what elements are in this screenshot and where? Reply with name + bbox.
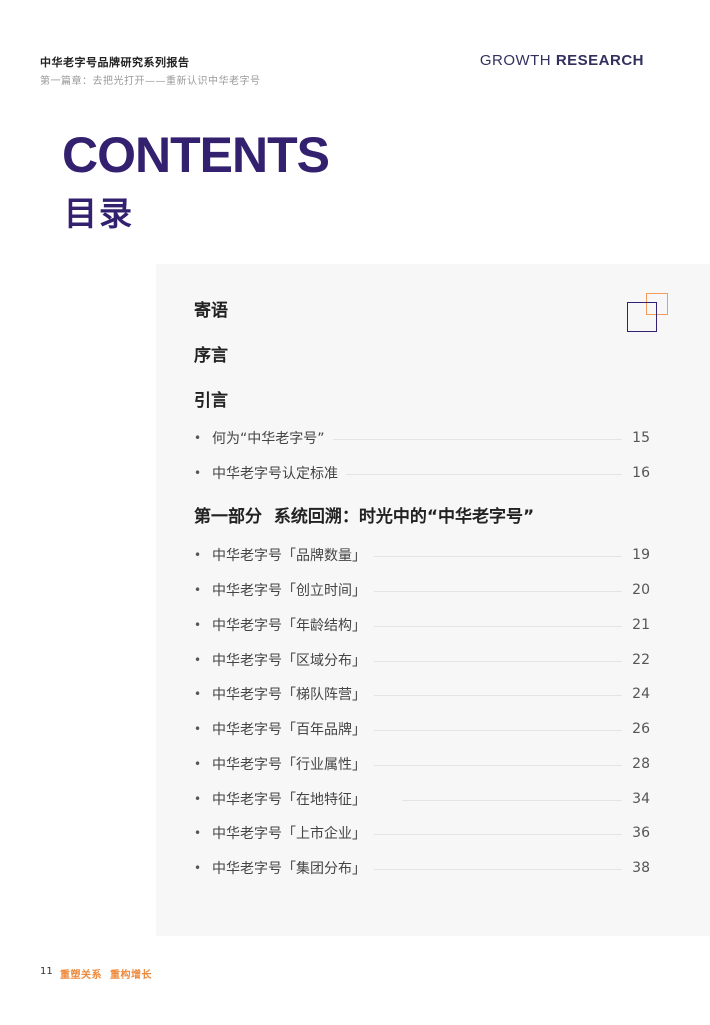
toc-item-label: 中华老字号「创立时间」	[212, 583, 366, 599]
toc-item-label: 中华老字号「百年品牌」	[212, 722, 366, 738]
toc-item-page: 24	[632, 686, 650, 702]
toc-item-label: 何为“中华老字号”	[212, 431, 325, 447]
toc-item-page: 34	[632, 791, 650, 807]
toc-item-page: 16	[632, 465, 650, 481]
toc-heading-preface-note[interactable]: 寄语	[194, 303, 228, 320]
leader-line	[374, 764, 622, 766]
bullet-icon: •	[194, 431, 202, 445]
toc-heading-introduction[interactable]: 引言	[194, 393, 228, 410]
toc-item-label: 中华老字号「区域分布」	[212, 653, 366, 669]
leader-line	[374, 590, 622, 592]
toc-item[interactable]: • 中华老字号「品牌数量」 19	[194, 546, 650, 564]
toc-item-page: 28	[632, 756, 650, 772]
toc-item[interactable]: • 中华老字号「年龄结构」 21	[194, 616, 650, 634]
toc-item[interactable]: • 中华老字号「在地特征」 34	[194, 790, 650, 808]
leader-line	[402, 799, 622, 801]
bullet-icon: •	[194, 792, 202, 806]
bullet-icon: •	[194, 583, 202, 597]
contents-title: CONTENTS	[62, 127, 330, 183]
decor-square-purple-icon	[627, 302, 657, 332]
footer-page-number: 11	[40, 966, 53, 977]
toc-item-page: 26	[632, 721, 650, 737]
brand-logo: GROWTH RESEARCH	[480, 52, 644, 69]
toc-item[interactable]: • 中华老字号「梯队阵营」 24	[194, 685, 650, 703]
bullet-icon: •	[194, 653, 202, 667]
toc-item-page: 19	[632, 547, 650, 563]
brand-logo-part2: RESEARCH	[555, 52, 644, 69]
toc-heading-foreword[interactable]: 序言	[194, 348, 228, 365]
toc-item-label: 中华老字号「梯队阵营」	[212, 687, 366, 703]
toc-item-label: 中华老字号「集团分布」	[212, 861, 366, 877]
toc-item[interactable]: • 何为“中华老字号” 15	[194, 429, 650, 447]
toc-item-label: 中华老字号认定标准	[212, 466, 338, 482]
bullet-icon: •	[194, 687, 202, 701]
toc-heading-part1[interactable]: 第一部分 系统回溯：时光中的“中华老字号”	[194, 509, 534, 526]
leader-line	[374, 729, 622, 731]
toc-item[interactable]: • 中华老字号「创立时间」 20	[194, 581, 650, 599]
toc-item-label: 中华老字号「品牌数量」	[212, 548, 366, 564]
report-title: 中华老字号品牌研究系列报告	[40, 56, 190, 69]
toc-item-label: 中华老字号「行业属性」	[212, 757, 366, 773]
bullet-icon: •	[194, 618, 202, 632]
bullet-icon: •	[194, 548, 202, 562]
leader-line	[374, 833, 622, 835]
toc-item[interactable]: • 中华老字号「百年品牌」 26	[194, 720, 650, 738]
brand-logo-part1: GROWTH	[479, 52, 556, 69]
toc-item-label: 中华老字号「年龄结构」	[212, 618, 366, 634]
leader-line	[374, 660, 622, 662]
bullet-icon: •	[194, 826, 202, 840]
leader-line	[332, 438, 622, 440]
bullet-icon: •	[194, 757, 202, 771]
bullet-icon: •	[194, 861, 202, 875]
leader-line	[374, 555, 622, 557]
toc-item[interactable]: • 中华老字号「行业属性」 28	[194, 755, 650, 773]
toc-item-page: 20	[632, 582, 650, 598]
bullet-icon: •	[194, 722, 202, 736]
leader-line	[374, 625, 622, 627]
leader-line	[374, 694, 622, 696]
bullet-icon: •	[194, 466, 202, 480]
leader-line	[346, 473, 622, 475]
toc-item-page: 36	[632, 825, 650, 841]
leader-line	[374, 868, 622, 870]
toc-item-page: 38	[632, 860, 650, 876]
toc-item-page: 21	[632, 617, 650, 633]
contents-title-cn: 目录	[64, 194, 134, 233]
toc-item[interactable]: • 中华老字号「区域分布」 22	[194, 651, 650, 669]
toc-item[interactable]: • 中华老字号认定标准 16	[194, 464, 650, 482]
toc-item[interactable]: • 中华老字号「上市企业」 36	[194, 824, 650, 842]
toc-item-label: 中华老字号「上市企业」	[212, 826, 366, 842]
toc-item-page: 15	[632, 430, 650, 446]
toc-item-label: 中华老字号「在地特征」	[212, 792, 366, 808]
toc-item-page: 22	[632, 652, 650, 668]
chapter-subtitle: 第一篇章：去把光打开——重新认识中华老字号	[40, 76, 261, 87]
toc-item[interactable]: • 中华老字号「集团分布」 38	[194, 859, 650, 877]
footer-slogan: 重塑关系 重构增长	[60, 970, 152, 981]
